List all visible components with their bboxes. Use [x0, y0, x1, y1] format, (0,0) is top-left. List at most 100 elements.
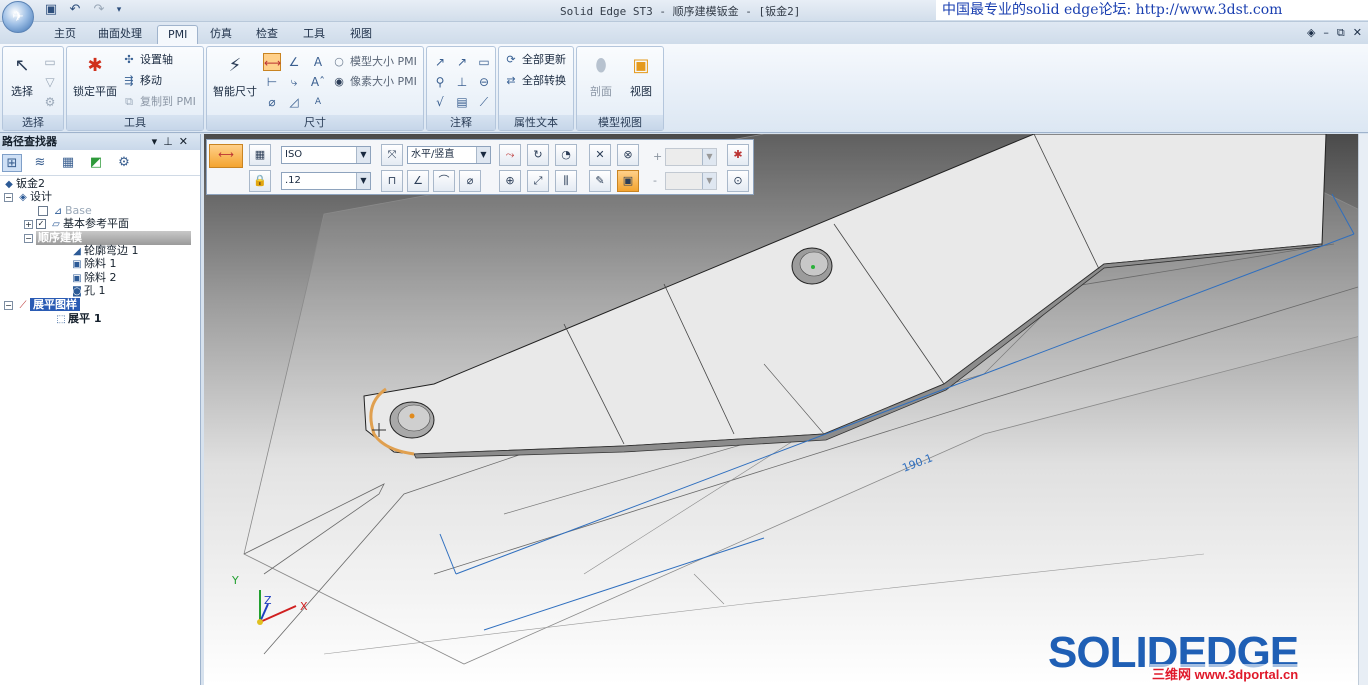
radial-button[interactable]: ◔	[555, 144, 577, 166]
chamfer-dimension-icon[interactable]: ◿	[285, 93, 303, 111]
lock-plane-button[interactable]: ✱ 锁定平面	[71, 53, 119, 99]
tree-item-cut-1[interactable]: ▣ 除料 1	[70, 257, 116, 271]
tree-item-base-ref-planes[interactable]: + ✓ ▱ 基本参考平面	[24, 217, 129, 231]
break-line-button[interactable]: ⤳	[499, 144, 521, 166]
close-icon[interactable]: ✕	[1353, 26, 1362, 40]
lock-button[interactable]: 🔒	[249, 170, 271, 192]
model-size-pmi-radio[interactable]: ○ 模型大小 PMI	[331, 53, 417, 71]
select-options-icon[interactable]: ⚙	[41, 93, 59, 111]
redo-icon[interactable]: ↷	[90, 2, 108, 18]
variable-table-icon[interactable]: ⚙	[114, 154, 134, 172]
pixel-size-pmi-radio[interactable]: ◉ 像素大小 PMI	[331, 73, 417, 91]
cancel-x-button[interactable]: ✕	[589, 144, 611, 166]
tree-view-icon[interactable]: ⊞	[2, 154, 22, 172]
coordinate-dimension-icon[interactable]: ⊢	[263, 73, 281, 91]
graphics-viewport[interactable]: 190.1 Y X Z	[204, 134, 1368, 685]
orientation-select[interactable]: 水平/竖直 ▼	[407, 146, 491, 164]
dimension-style-button[interactable]: ⟷	[209, 144, 243, 168]
collapse-icon[interactable]: −	[4, 192, 13, 202]
select-filter-icon[interactable]: ▭	[41, 53, 59, 71]
properties-table-button[interactable]: ▦	[249, 144, 271, 166]
tree-item-contour-flange[interactable]: ◢ 轮廓弯边 1	[70, 244, 138, 258]
checkbox-unchecked-icon[interactable]	[38, 206, 48, 216]
application-button[interactable]: ✈	[2, 1, 34, 33]
tab-surfacing[interactable]: 曲面处理	[88, 25, 152, 44]
move-button[interactable]: ⇶ 移动	[121, 72, 162, 90]
qat-customize-icon[interactable]: ▾	[114, 2, 124, 18]
weld-symbol-icon[interactable]: ⟋	[475, 93, 493, 111]
precision-select[interactable]: .12 ▼	[281, 172, 371, 190]
tab-home[interactable]: 主页	[44, 25, 86, 44]
copy-to-pmi-button[interactable]: ⧉ 复制到 PMI	[121, 93, 196, 111]
panel-close-icon[interactable]: ✕	[179, 135, 194, 148]
orientation-mode-button[interactable]: ⤧	[381, 144, 403, 166]
cancel-circle-button[interactable]: ⊗	[617, 144, 639, 166]
tab-simulation[interactable]: 仿真	[200, 25, 242, 44]
rotate-button[interactable]: ↻	[527, 144, 549, 166]
tree-item-cut-2[interactable]: ▣ 除料 2	[70, 271, 116, 285]
datum-icon[interactable]: ⊥	[453, 73, 471, 91]
minus-tolerance-select[interactable]: ▼	[665, 172, 717, 190]
text-size-icon[interactable]: A	[309, 53, 327, 71]
arc-dim-button[interactable]: ⌒	[433, 170, 455, 192]
undo-icon[interactable]: ↶	[66, 2, 84, 18]
horizontal-dim-button[interactable]: ⊓	[381, 170, 403, 192]
dimension-origin-button[interactable]: ⊙	[727, 170, 749, 192]
angle-dim-button[interactable]: ∠	[407, 170, 429, 192]
filter-icon[interactable]: ▽	[41, 73, 59, 91]
edit-dimension-button[interactable]: ✎	[589, 170, 611, 192]
text-scale-icon[interactable]: Aˆ	[309, 73, 327, 91]
tree-item-design[interactable]: − ◈ 设计	[4, 190, 52, 204]
smart-dimension-button[interactable]: ⚡ 智能尺寸	[211, 53, 259, 99]
tab-inspect[interactable]: 检查	[246, 25, 288, 44]
tab-view[interactable]: 视图	[340, 25, 382, 44]
color-manager-icon[interactable]: ◩	[86, 154, 106, 172]
tree-item-ordered[interactable]: − 顺序建模	[24, 231, 191, 245]
tree-item-hole[interactable]: ◙ 孔 1	[70, 284, 105, 298]
viewport-scrollbar[interactable]	[1358, 134, 1368, 685]
set-axis-button[interactable]: ✣ 设置轴	[121, 51, 173, 69]
center-mark-button[interactable]: ⊕	[499, 170, 521, 192]
feature-control-frame-icon[interactable]: ▤	[453, 93, 471, 111]
diameter-dim-button[interactable]: ⌀	[459, 170, 481, 192]
convert-all-button[interactable]: ⇄ 全部转换	[503, 72, 566, 90]
callout-icon[interactable]: ↗	[431, 53, 449, 71]
collapse-icon[interactable]: −	[24, 233, 33, 243]
edge-condition-icon[interactable]: ⊖	[475, 73, 493, 91]
angular-coordinate-icon[interactable]: ⤷	[285, 73, 303, 91]
sensors-icon[interactable]: ▦	[58, 154, 78, 172]
surface-texture-icon[interactable]: √	[431, 93, 449, 111]
leader-icon[interactable]: ↗	[453, 53, 471, 71]
collapse-icon[interactable]: −	[4, 300, 13, 310]
text-small-icon[interactable]: A	[309, 93, 327, 111]
tree-item-flat-pattern[interactable]: − ⟋ 展平图样	[4, 298, 80, 312]
restore-icon[interactable]: ⧉	[1337, 26, 1345, 40]
view-button[interactable]: ▣ 视图	[623, 53, 659, 99]
balloon-icon[interactable]: ⚲	[431, 73, 449, 91]
tree-item-base[interactable]: ⊿ Base	[38, 204, 92, 218]
pin-icon[interactable]: ⊥	[163, 135, 179, 148]
tree-item-root[interactable]: ◆ 钣金2	[2, 177, 45, 191]
tab-pmi[interactable]: PMI	[157, 25, 199, 44]
add-prefix-button[interactable]: ✱	[727, 144, 749, 166]
update-all-button[interactable]: ⟳ 全部更新	[503, 51, 566, 69]
standard-select[interactable]: ISO ▼	[281, 146, 371, 164]
angle-between-icon[interactable]: ∠	[285, 53, 303, 71]
layers-icon[interactable]: ≋	[30, 154, 50, 172]
tree-item-flatten[interactable]: ⬚ 展平 1	[54, 312, 101, 326]
panel-menu-icon[interactable]: ▾	[152, 135, 164, 148]
save-icon[interactable]: ▣	[42, 2, 60, 18]
help-icon[interactable]: ◈	[1307, 26, 1315, 40]
dimension-group-button[interactable]: ▣	[617, 170, 639, 192]
select-button[interactable]: ↖ 选择	[7, 53, 37, 99]
minimize-icon[interactable]: –	[1323, 26, 1329, 40]
text-box-icon[interactable]: ▭	[475, 53, 493, 71]
symmetric-button[interactable]: ⫼	[555, 170, 577, 192]
section-button[interactable]: ⬮ 剖面	[583, 53, 619, 99]
symmetric-diameter-icon[interactable]: ⌀	[263, 93, 281, 111]
expand-icon[interactable]: +	[24, 219, 33, 229]
checkbox-checked-icon[interactable]: ✓	[36, 219, 46, 229]
distance-between-icon[interactable]: ⟷	[263, 53, 281, 71]
dimension-axis-button[interactable]: ⤢	[527, 170, 549, 192]
tab-tools[interactable]: 工具	[293, 25, 335, 44]
